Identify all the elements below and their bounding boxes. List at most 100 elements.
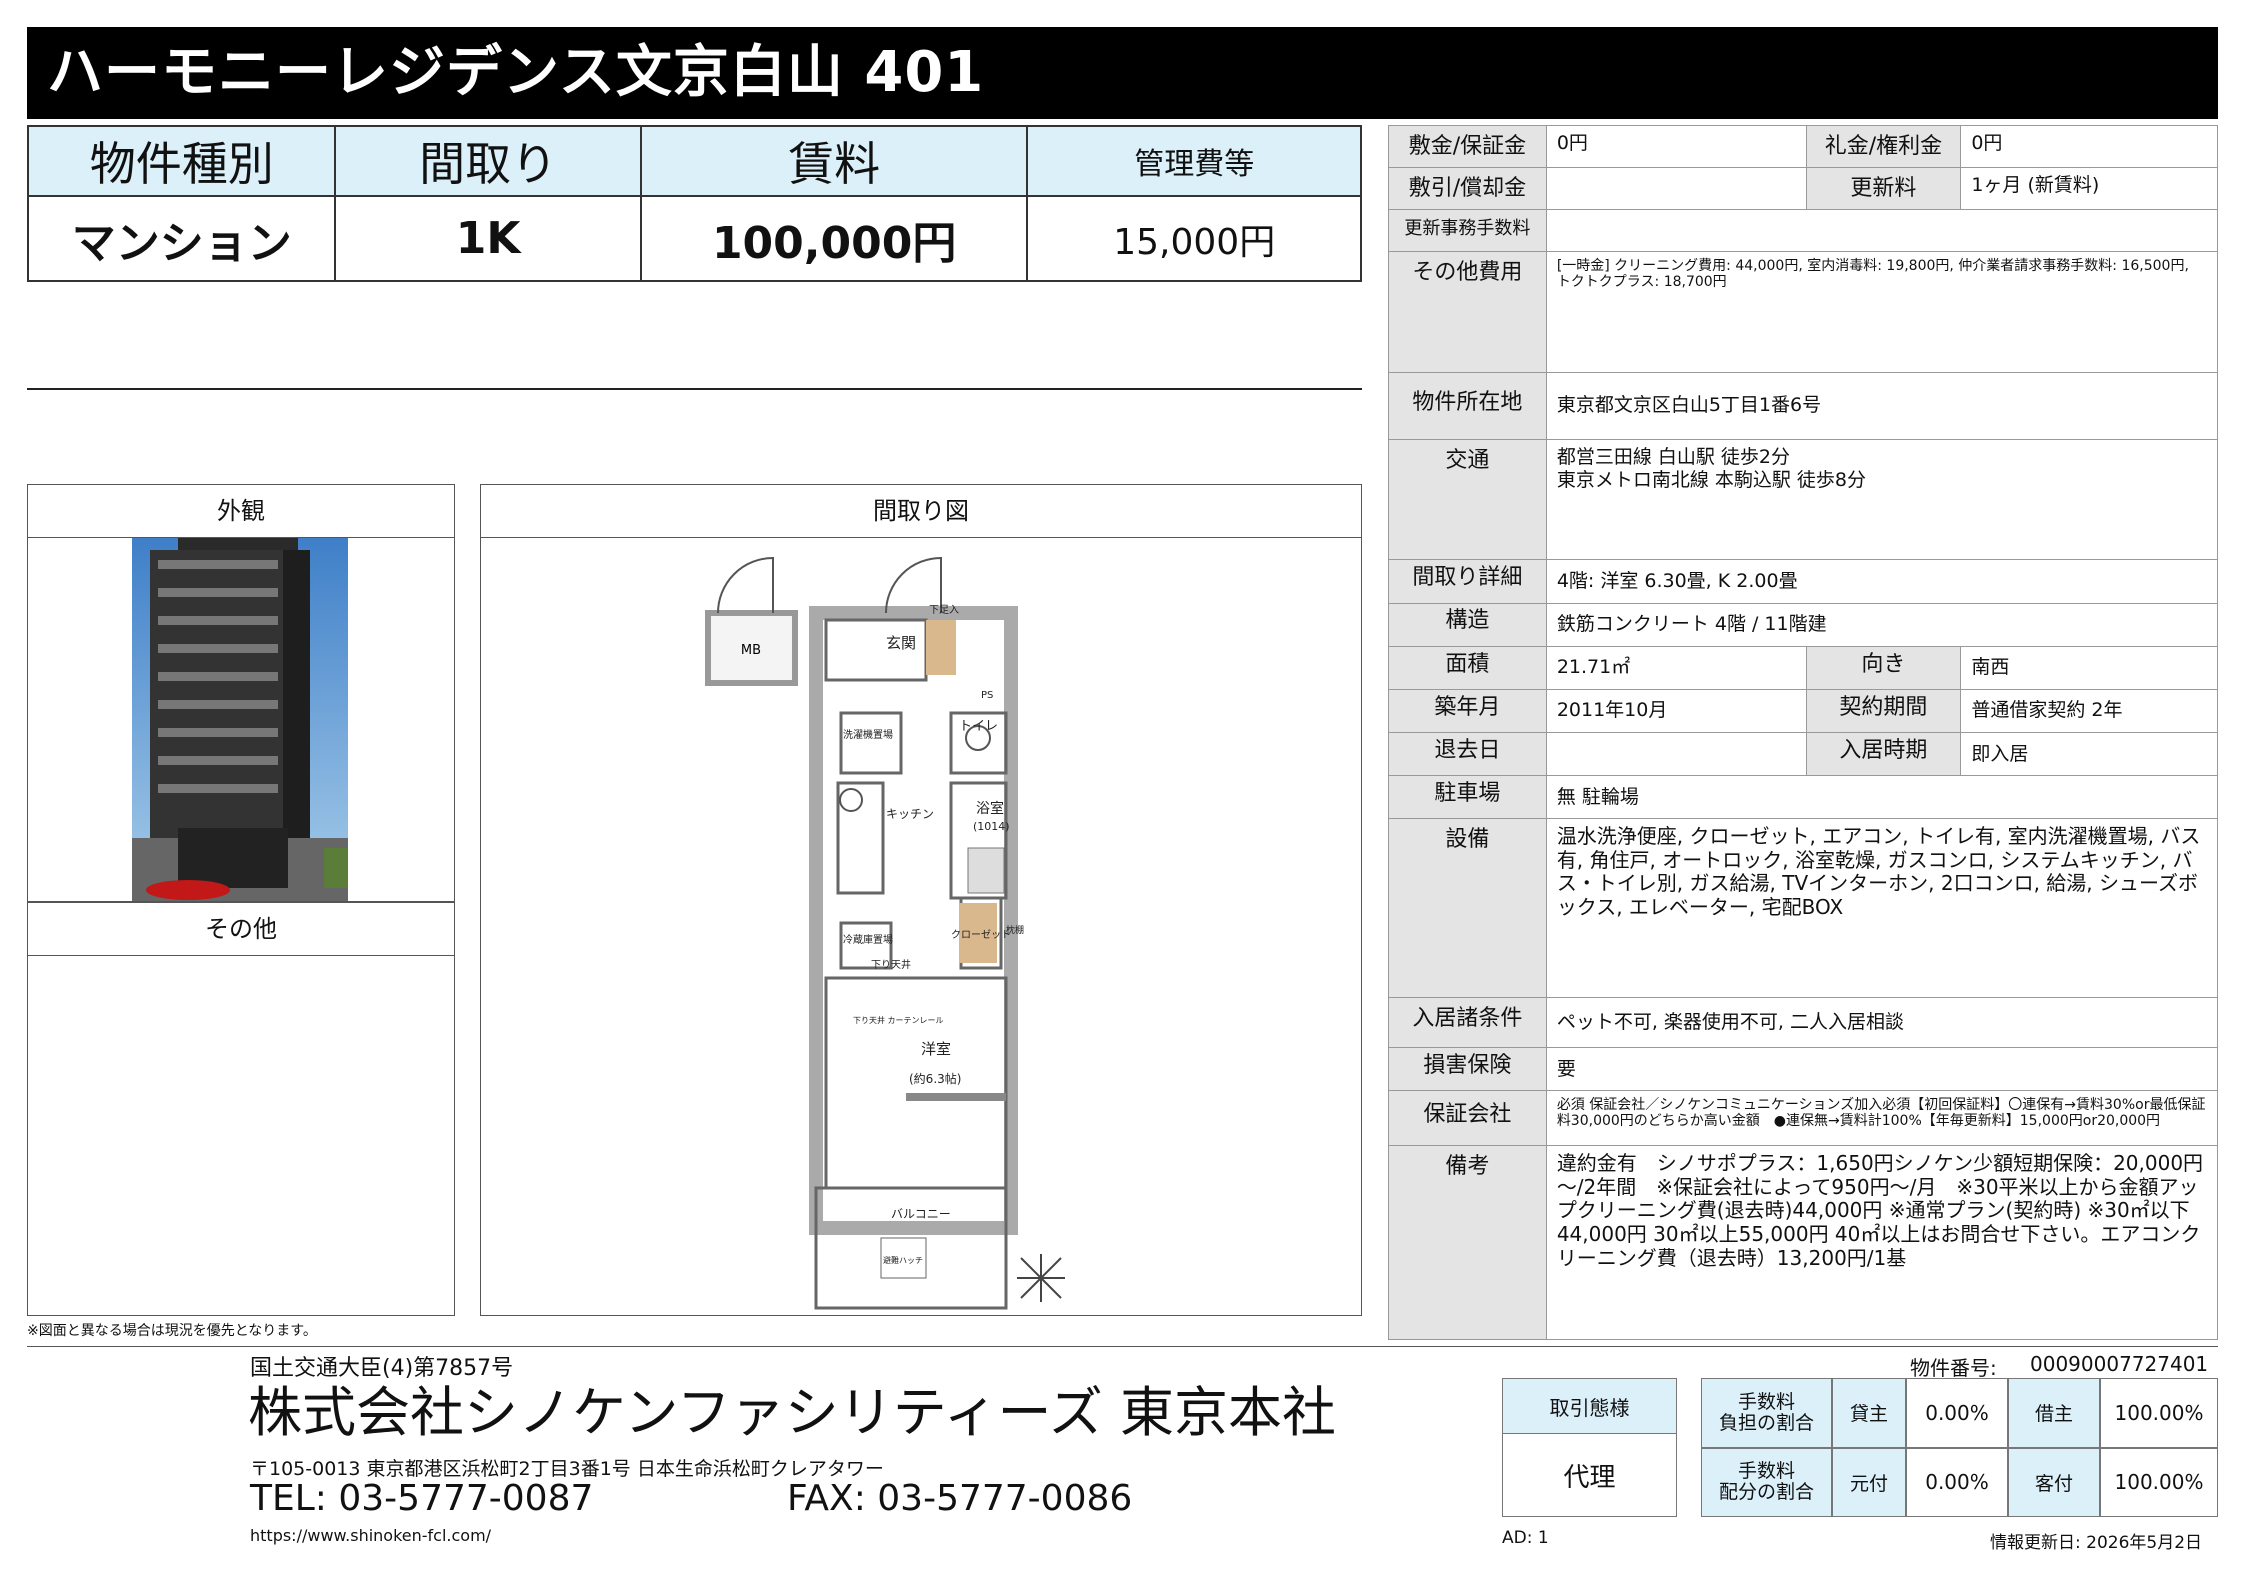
- plan-label-hatch: 避難ハッチ: [883, 1255, 923, 1265]
- label-setsubi: 設備: [1388, 818, 1547, 998]
- compass-icon: [1017, 1254, 1065, 1302]
- label-shikibiki: 敷引/償却金: [1388, 167, 1547, 211]
- label-reikin: 礼金/権利金: [1805, 124, 1962, 169]
- plan-label-laundry: 洗濯機置場: [843, 728, 893, 741]
- fee-ratio-table: 手数料 負担の割合 貸主 0.00% 借主 100.00% 手数料 配分の割合 …: [1701, 1378, 2218, 1517]
- divider: [27, 388, 1362, 390]
- company-fax: FAX: 03-5777-0086: [787, 1478, 1133, 1519]
- torihiki-label: 取引態様: [1502, 1378, 1677, 1434]
- fee-kashinushi-label: 貸主: [1832, 1378, 1906, 1448]
- value-shikibiki: [1545, 167, 1807, 211]
- value-menseki: 21.71㎡: [1545, 645, 1807, 690]
- torihiki-box: 取引態様 代理: [1502, 1378, 1677, 1517]
- value-koshin: 1ヶ月 (新賃料): [1960, 167, 2218, 211]
- company-tel: TEL: 03-5777-0087: [250, 1478, 594, 1519]
- other-panel: その他: [27, 902, 455, 1316]
- plan-label-toilet: トイレ: [959, 719, 998, 734]
- summary-value-type: マンション: [26, 195, 337, 282]
- diagram-note: ※図面と異なる場合は現況を優先となります。: [27, 1323, 317, 1339]
- label-kotsu: 交通: [1388, 438, 1547, 561]
- summary-header-type: 物件種別: [26, 125, 337, 197]
- fee-motozuke-label: 元付: [1832, 1447, 1906, 1517]
- value-hosho: 必須 保証会社／シノケンコミュニケーションズ加入必須【初回保証料】〇連保有→賃料…: [1545, 1090, 2219, 1147]
- exterior-photo: [132, 538, 348, 901]
- value-kotsu-2: 東京メトロ南北線 本駒込駅 徒歩8分: [1556, 468, 1866, 491]
- summary-value-fee: 15,000円: [1026, 195, 1362, 282]
- company-address: 〒105-0013 東京都港区浜松町2丁目3番1号 日本生命浜松町クレアタワー: [250, 1458, 884, 1480]
- exterior-panel: 外観: [27, 484, 455, 902]
- fee-kyakuzuke-label: 客付: [2008, 1447, 2100, 1517]
- label-menseki: 面積: [1388, 645, 1547, 690]
- plan-label-room-size: (約6.3帖): [909, 1071, 961, 1086]
- fee-motozuke-value: 0.00%: [1906, 1447, 2008, 1517]
- summary-value-layout: 1K: [334, 195, 642, 282]
- label-parking: 駐車場: [1388, 775, 1547, 820]
- label-address: 物件所在地: [1388, 371, 1547, 440]
- value-chiku: 2011年10月: [1545, 688, 1807, 733]
- summary-header-layout: 間取り: [334, 125, 642, 197]
- torihiki-value: 代理: [1502, 1433, 1677, 1517]
- plan-label-shoes: 下足入: [929, 604, 959, 616]
- label-chiku: 築年月: [1388, 688, 1547, 733]
- value-kozo: 鉄筋コンクリート 4階 / 11階建: [1545, 602, 2219, 647]
- floorplan-diagram: MB 玄関 下足入 PS 洗濯機置場 トイレ キッチン 浴室 (1014) 冷蔵…: [705, 556, 1065, 1310]
- value-muki: 南西: [1960, 645, 2218, 690]
- label-muki: 向き: [1805, 645, 1962, 690]
- plan-label-ceiling: 下り天井: [871, 958, 911, 971]
- label-nyukyo: 入居時期: [1805, 731, 1962, 777]
- value-kotsu-1: 都営三田線 白山駅 徒歩2分: [1556, 445, 1790, 468]
- value-taikyo: [1545, 731, 1807, 777]
- value-hoken: 要: [1545, 1046, 2219, 1092]
- label-joken: 入居諸条件: [1388, 996, 1547, 1048]
- summary-header-fee: 管理費等: [1026, 125, 1362, 197]
- fee-kashinushi-value: 0.00%: [1906, 1378, 2008, 1448]
- fee-karinushi-label: 借主: [2008, 1378, 2100, 1448]
- updated-date: 情報更新日: 2026年5月2日: [1990, 1533, 2203, 1553]
- exterior-heading: 外観: [28, 485, 454, 538]
- floorplan-panel: 間取り図 MB 玄関 下足入 PS 洗濯機置場 トイレ キッチン 浴室 (101…: [480, 484, 1362, 1316]
- value-shikikin: 0円: [1545, 124, 1807, 169]
- label-keiyaku: 契約期間: [1805, 688, 1962, 733]
- fee-allocation-label: 手数料 配分の割合: [1701, 1447, 1832, 1517]
- company-license: 国土交通大臣(4)第7857号: [250, 1356, 514, 1381]
- fee-karinushi-value: 100.00%: [2100, 1378, 2218, 1448]
- label-kozo: 構造: [1388, 602, 1547, 647]
- property-no: 00090007727401: [2030, 1352, 2209, 1376]
- floorplan-heading: 間取り図: [481, 485, 1361, 538]
- value-address: 東京都文京区白山5丁目1番6号: [1545, 371, 2219, 440]
- value-reikin: 0円: [1960, 124, 2218, 169]
- value-setsubi: 温水洗浄便座, クローゼット, エアコン, トイレ有, 室内洗濯機置場, バス有…: [1545, 818, 2219, 998]
- company-name: 株式会社シノケンファシリティーズ 東京本社: [248, 1381, 1336, 1444]
- summary-value-rent: 100,000円: [639, 195, 1029, 282]
- other-heading: その他: [28, 903, 454, 956]
- value-parking: 無 駐輪場: [1545, 775, 2219, 820]
- ad-text: AD: 1: [1502, 1528, 1549, 1548]
- value-koshin-jimu: [1545, 209, 2219, 253]
- label-koshin: 更新料: [1805, 167, 1962, 211]
- summary-table: 物件種別 間取り 賃料 管理費等 マンション 1K 100,000円 15,00…: [26, 125, 1362, 282]
- label-taikyo: 退去日: [1388, 731, 1547, 777]
- label-koshin-jimu: 更新事務手数料: [1388, 209, 1547, 253]
- plan-label-curtain: 下り天井 カーテンレール: [853, 1015, 944, 1025]
- plan-label-genkan: 玄関: [886, 634, 916, 652]
- plan-label-kitchen: キッチン: [886, 807, 934, 821]
- value-biko: 違約金有 シノサポプラス：1,650円シノケン少額短期保険：20,000円～/2…: [1545, 1145, 2219, 1340]
- fee-burden-label: 手数料 負担の割合: [1701, 1378, 1832, 1448]
- property-title: ハーモニーレジデンス文京白山 401: [27, 27, 2218, 119]
- footer-divider: [27, 1346, 2218, 1347]
- fee-kyakuzuke-value: 100.00%: [2100, 1447, 2218, 1517]
- plan-label-mb: MB: [741, 643, 761, 658]
- value-keiyaku: 普通借家契約 2年: [1960, 688, 2218, 733]
- value-nyukyo: 即入居: [1960, 731, 2218, 777]
- company-url[interactable]: https://www.shinoken-fcl.com/: [250, 1526, 491, 1545]
- label-madori: 間取り詳細: [1388, 559, 1547, 604]
- summary-header-rent: 賃料: [639, 125, 1029, 197]
- plan-label-ps: PS: [981, 690, 993, 701]
- plan-label-bath-size: (1014): [973, 820, 1010, 833]
- label-hosho: 保証会社: [1388, 1090, 1547, 1147]
- label-hoken: 損害保険: [1388, 1046, 1547, 1092]
- plan-label-fridge: 冷蔵庫置場: [843, 933, 893, 946]
- plan-label-balcony: バルコニー: [891, 1207, 951, 1221]
- label-sonota: その他費用: [1388, 251, 1547, 373]
- value-madori: 4階: 洋室 6.30畳, K 2.00畳: [1545, 559, 2219, 604]
